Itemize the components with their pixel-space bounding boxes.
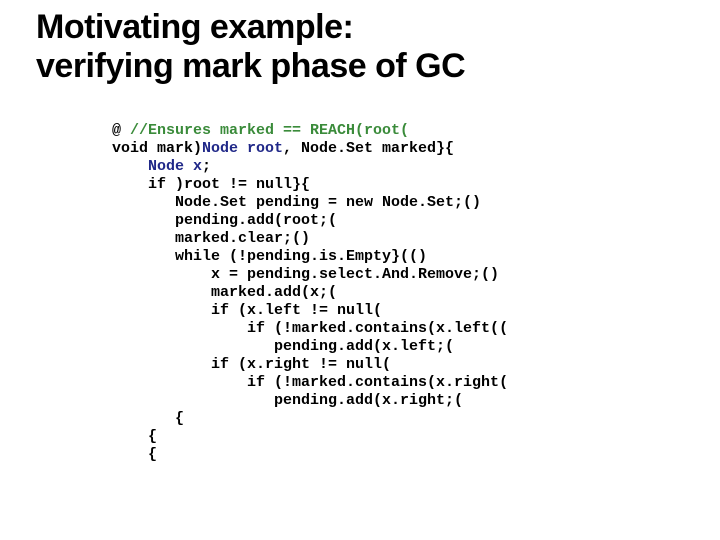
code-line: Node x; (112, 158, 211, 175)
code-line: Node.Set pending = new Node.Set;() (112, 194, 481, 211)
param-decl: Node root (202, 140, 283, 157)
code-line: while (!pending.is.Empty}(() (112, 248, 427, 265)
code-line: { (112, 446, 157, 463)
code-line: if (x.left != null( (112, 302, 382, 319)
title-line-2: verifying mark phase of GC (36, 47, 465, 85)
code-block: @ //Ensures marked == REACH(root( void m… (112, 104, 700, 464)
title-line-1: Motivating example: (36, 8, 353, 46)
code-line: pending.add(x.right;( (112, 392, 463, 409)
var-decl: Node x (148, 158, 202, 175)
slide-title: Motivating example: verifying mark phase… (36, 8, 700, 86)
code-line: x = pending.select.And.Remove;() (112, 266, 499, 283)
code-line: { (112, 428, 157, 445)
code-line: @ //Ensures marked == REACH(root( (112, 122, 409, 139)
code-line: pending.add(x.left;( (112, 338, 454, 355)
code-line: pending.add(root;( (112, 212, 337, 229)
code-line: if )root != null}{ (112, 176, 310, 193)
code-line: marked.clear;() (112, 230, 310, 247)
code-line: if (x.right != null( (112, 356, 391, 373)
code-line: void mark)Node root, Node.Set marked}{ (112, 140, 454, 157)
code-line: marked.add(x;( (112, 284, 337, 301)
code-line: if (!marked.contains(x.left(( (112, 320, 508, 337)
code-line: if (!marked.contains(x.right( (112, 374, 508, 391)
annotation-comment: //Ensures marked == REACH(root( (130, 122, 409, 139)
code-line: { (112, 410, 184, 427)
